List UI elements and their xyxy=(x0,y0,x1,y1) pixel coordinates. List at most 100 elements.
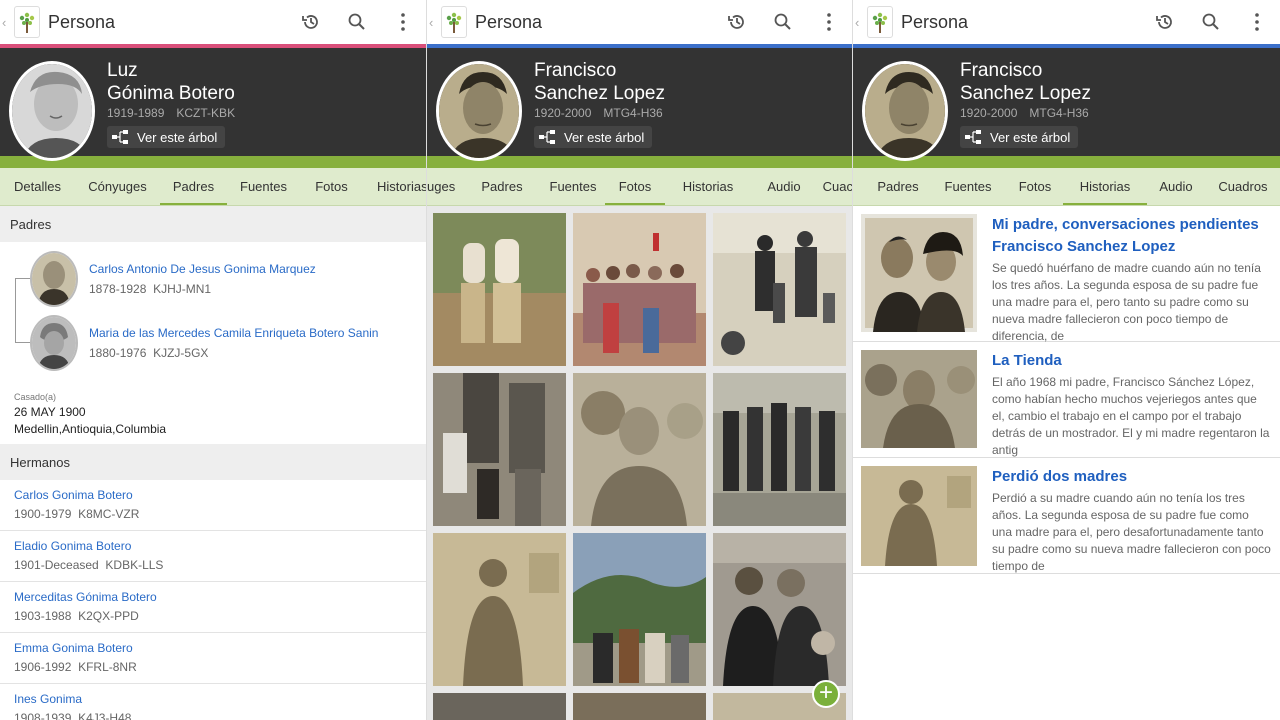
sibling-name[interactable]: Eladio Gonima Botero xyxy=(14,539,426,553)
app-bar: ‹ Persona xyxy=(427,0,852,44)
person-photo[interactable] xyxy=(862,61,948,161)
tab-historias[interactable]: Historias xyxy=(363,168,426,205)
tab-padres[interactable]: Padres xyxy=(463,168,541,205)
sibling-name[interactable]: Carlos Gonima Botero xyxy=(14,488,426,502)
sibling-item[interactable]: Ines Gonima 1908-1939 K4J3-H48 xyxy=(0,684,426,720)
search-icon[interactable] xyxy=(1188,12,1234,32)
story-item[interactable]: La Tienda El año 1968 mi padre, Francisc… xyxy=(853,342,1280,458)
story-excerpt: Perdió a su madre cuando aún no tenía lo… xyxy=(992,491,1271,573)
sibling-years: 1900-1979 xyxy=(14,507,72,521)
tab-padres[interactable]: Padres xyxy=(867,168,929,205)
tab-fuentes[interactable]: Fuentes xyxy=(227,168,300,205)
tab-audio[interactable]: Audio xyxy=(1147,168,1205,205)
tab-audio[interactable]: Audio xyxy=(751,168,817,205)
view-tree-button[interactable]: Ver este árbol xyxy=(107,126,226,148)
person-meta: 1919-1989 KCZT-KBK xyxy=(107,106,235,120)
app-title: Persona xyxy=(48,11,116,32)
story-thumbnail[interactable] xyxy=(861,350,977,448)
sibling-name[interactable]: Merceditas Gónima Botero xyxy=(14,590,426,604)
sibling-years: 1908-1939 xyxy=(14,711,72,720)
sibling-id: K4J3-H48 xyxy=(78,711,132,720)
sibling-years: 1903-1988 xyxy=(14,609,72,623)
history-icon[interactable] xyxy=(1142,12,1188,32)
story-title[interactable]: Mi padre, conversaciones pendientes Fran… xyxy=(992,214,1272,258)
person-photo[interactable] xyxy=(9,61,95,161)
photo-thumbnail[interactable] xyxy=(713,533,846,686)
photo-thumbnail[interactable] xyxy=(573,373,706,526)
screen-person-stories: ‹ Persona Francisco Sanchez Lopez 1920-2… xyxy=(852,0,1280,720)
parent-item[interactable]: Carlos Antonio De Jesus Gonima Marquez 1… xyxy=(30,251,316,307)
history-icon[interactable] xyxy=(288,12,334,32)
tab-fotos[interactable]: Fotos xyxy=(1007,168,1063,205)
siblings-list: Carlos Gonima Botero 1900-1979 K8MC-VZR E… xyxy=(0,480,426,720)
marriage-label: Casado(a) xyxy=(14,392,57,402)
person-photo[interactable] xyxy=(436,61,522,161)
sibling-item[interactable]: Eladio Gonima Botero 1901-Deceased KDBK-L… xyxy=(0,531,426,582)
back-icon[interactable]: ‹ xyxy=(2,15,12,30)
marriage-place: Medellin,Antioquia,Columbia xyxy=(14,422,167,436)
photo-thumbnail[interactable] xyxy=(573,533,706,686)
story-title[interactable]: La Tienda xyxy=(992,350,1272,372)
tab-fuentes[interactable]: Fuentes xyxy=(929,168,1007,205)
view-tree-button[interactable]: Ver este árbol xyxy=(534,126,653,148)
app-bar: ‹ Persona xyxy=(853,0,1280,44)
photo-thumbnail[interactable] xyxy=(433,533,566,686)
person-first-name: Francisco xyxy=(960,60,1043,81)
history-icon[interactable] xyxy=(714,12,760,32)
sibling-id: K2QX-PPD xyxy=(78,609,139,623)
person-header: Francisco Sanchez Lopez 1920-2000 MTG4-H3… xyxy=(427,48,852,161)
tree-icon xyxy=(965,130,981,144)
parent-item[interactable]: Maria de las Mercedes Camila Enriqueta B… xyxy=(30,315,378,371)
tab-fotos[interactable]: Fotos xyxy=(605,168,665,205)
add-photo-button[interactable]: + xyxy=(812,680,840,708)
tab-conyuges[interactable]: Cónyuges xyxy=(75,168,160,205)
parent-name[interactable]: Maria de las Mercedes Camila Enriqueta B… xyxy=(89,326,378,340)
person-last-name: Sanchez Lopez xyxy=(960,83,1091,104)
photo-thumbnail[interactable] xyxy=(713,213,846,366)
photo-thumbnail[interactable] xyxy=(433,373,566,526)
parent-photo xyxy=(30,251,78,307)
story-title[interactable]: Perdió dos madres xyxy=(992,466,1272,488)
sibling-name[interactable]: Ines Gonima xyxy=(14,692,426,706)
photo-thumbnail[interactable] xyxy=(713,373,846,526)
view-tree-button[interactable]: Ver este árbol xyxy=(960,126,1079,148)
tab-historias[interactable]: Historias xyxy=(665,168,751,205)
more-vert-icon[interactable] xyxy=(1234,12,1280,32)
search-icon[interactable] xyxy=(334,12,380,32)
sibling-name[interactable]: Emma Gonima Botero xyxy=(14,641,426,655)
person-meta: 1920-2000 MTG4-H36 xyxy=(534,106,663,120)
tab-cuadros[interactable]: Cuadros xyxy=(1205,168,1280,205)
sibling-item[interactable]: Emma Gonima Botero 1906-1992 KFRL-8NR xyxy=(0,633,426,684)
photo-thumbnail[interactable] xyxy=(433,693,566,720)
more-vert-icon[interactable] xyxy=(380,12,426,32)
familysearch-logo-icon[interactable] xyxy=(441,6,467,38)
story-thumbnail[interactable] xyxy=(861,214,977,332)
person-name: Francisco Sanchez Lopez xyxy=(534,59,665,105)
tab-detalles[interactable]: Detalles xyxy=(14,168,75,205)
story-excerpt: Se quedó huérfano de madre cuando aún no… xyxy=(992,261,1261,343)
story-thumbnail[interactable] xyxy=(861,466,977,566)
familysearch-logo-icon[interactable] xyxy=(867,6,893,38)
photo-thumbnail[interactable] xyxy=(573,693,706,720)
search-icon[interactable] xyxy=(760,12,806,32)
back-icon[interactable]: ‹ xyxy=(429,15,439,30)
tab-padres[interactable]: Padres xyxy=(160,168,227,205)
tab-historias[interactable]: Historias xyxy=(1063,168,1147,205)
parent-name[interactable]: Carlos Antonio De Jesus Gonima Marquez xyxy=(89,262,316,276)
tab-cuadros[interactable]: Cuac xyxy=(817,168,852,205)
photo-thumbnail[interactable] xyxy=(573,213,706,366)
person-years: 1920-2000 xyxy=(534,106,592,120)
marriage-info: Casado(a) 26 MAY 1900 Medellin,Antioquia… xyxy=(0,392,426,444)
back-icon[interactable]: ‹ xyxy=(855,15,865,30)
photo-thumbnail[interactable] xyxy=(433,213,566,366)
sibling-item[interactable]: Carlos Gonima Botero 1900-1979 K8MC-VZR xyxy=(0,480,426,531)
story-item[interactable]: Mi padre, conversaciones pendientes Fran… xyxy=(853,206,1280,343)
sibling-item[interactable]: Merceditas Gónima Botero 1903-1988 K2QX-P… xyxy=(0,582,426,633)
tab-conyuges[interactable]: uges xyxy=(427,168,463,205)
more-vert-icon[interactable] xyxy=(806,12,852,32)
tab-fuentes[interactable]: Fuentes xyxy=(541,168,605,205)
familysearch-logo-icon[interactable] xyxy=(14,6,40,38)
tab-fotos[interactable]: Fotos xyxy=(300,168,363,205)
parents-heading: Padres xyxy=(0,206,426,242)
story-item[interactable]: Perdió dos madres Perdió a su madre cuan… xyxy=(853,458,1280,574)
